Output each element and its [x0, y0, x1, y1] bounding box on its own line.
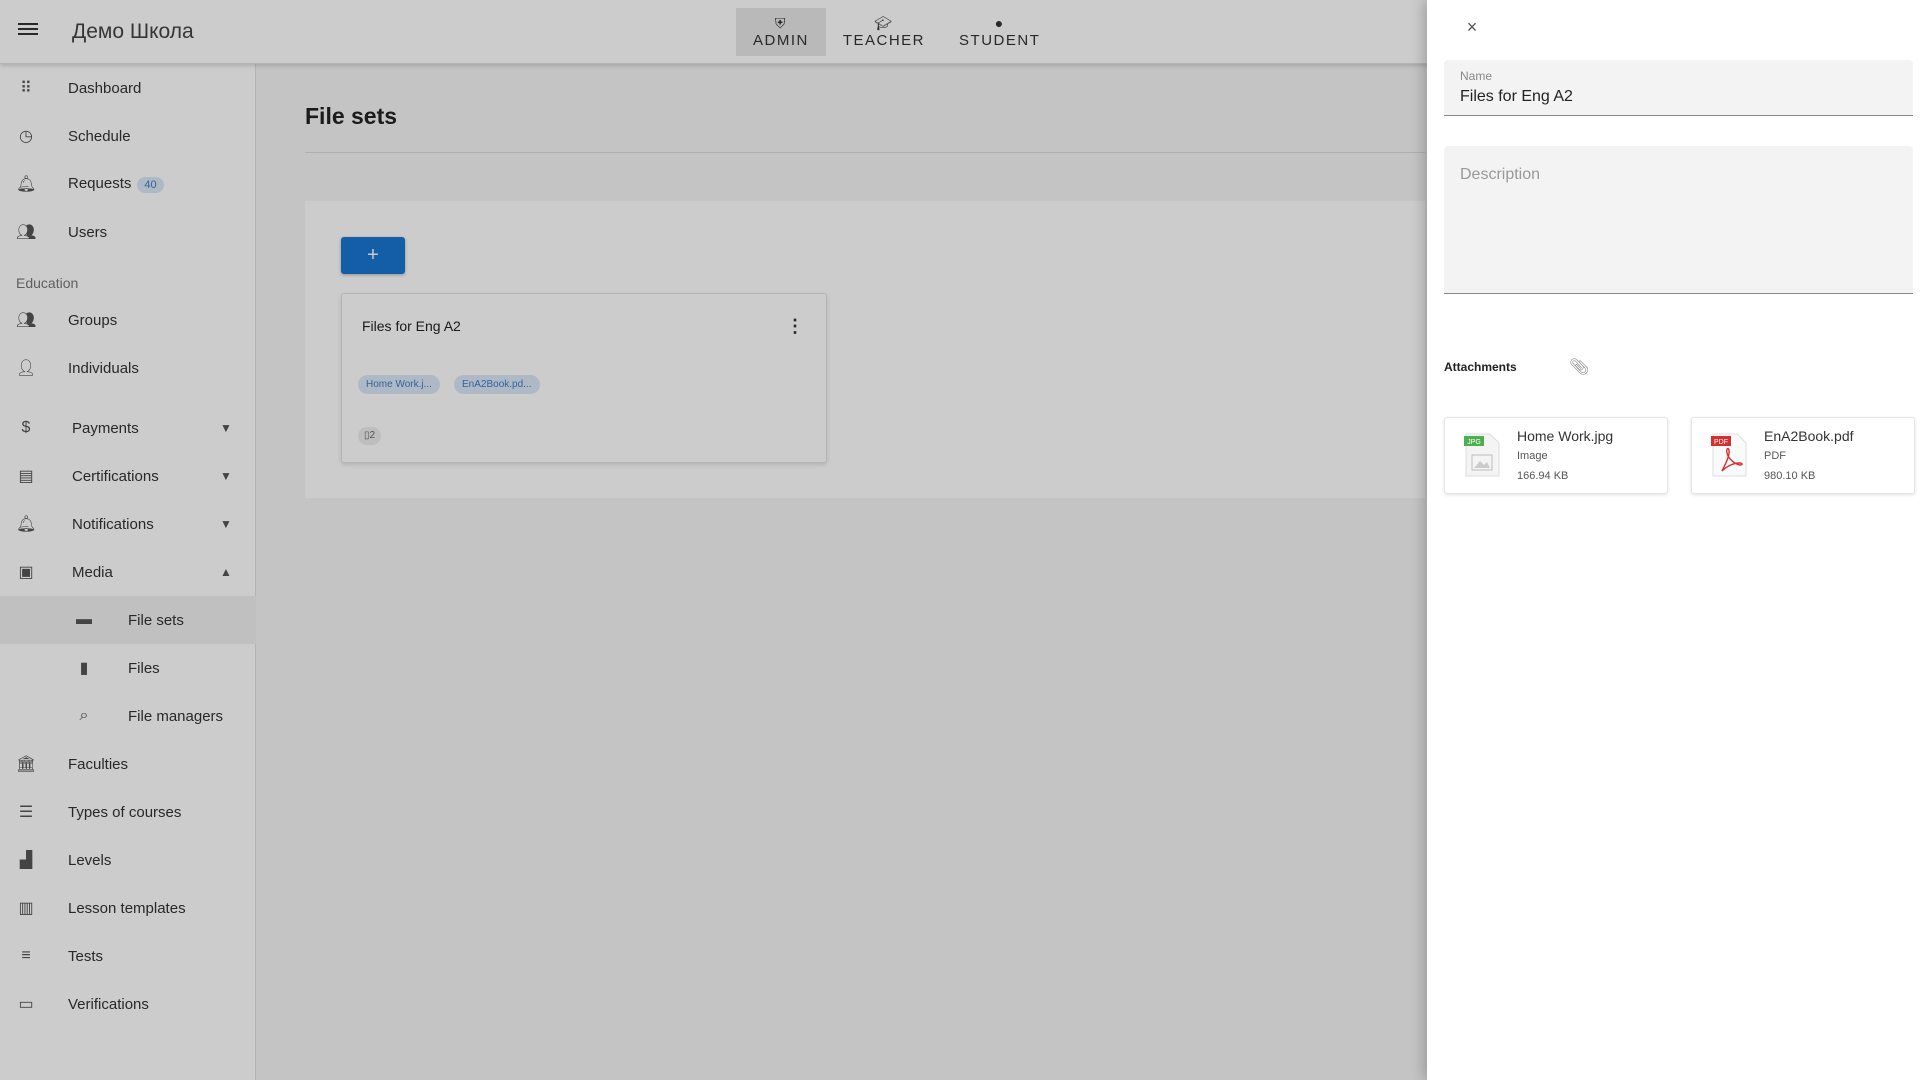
- jpg-file-icon: JPG: [1464, 433, 1500, 477]
- paperclip-icon[interactable]: 📎︎: [1569, 357, 1589, 377]
- svg-text:PDF: PDF: [1714, 439, 1728, 446]
- description-placeholder: Description: [1460, 166, 1541, 183]
- name-field[interactable]: Name Files for Eng A2: [1444, 60, 1913, 116]
- svg-text:JPG: JPG: [1467, 439, 1481, 446]
- attachment-type: PDF: [1764, 450, 1786, 462]
- name-field-label: Name: [1460, 69, 1493, 83]
- name-field-value: Files for Eng A2: [1460, 88, 1573, 105]
- attachment-name: EnA2Book.pdf: [1764, 428, 1854, 444]
- file-set-drawer: × Name Files for Eng A2 Description Atta…: [1427, 0, 1920, 1080]
- description-field[interactable]: Description: [1444, 146, 1913, 294]
- attachment-size: 166.94 KB: [1517, 470, 1569, 482]
- attachment-size: 980.10 KB: [1764, 470, 1816, 482]
- pdf-file-icon: PDF: [1711, 433, 1747, 477]
- attachment-name: Home Work.jpg: [1517, 428, 1614, 444]
- attachment-card[interactable]: JPG Home Work.jpg Image 166.94 KB: [1444, 417, 1668, 494]
- close-icon[interactable]: ×: [1460, 15, 1484, 39]
- attachment-card[interactable]: PDF EnA2Book.pdf PDF 980.10 KB: [1691, 417, 1915, 494]
- attachment-type: Image: [1517, 450, 1548, 462]
- attachments-title: Attachments: [1444, 360, 1517, 374]
